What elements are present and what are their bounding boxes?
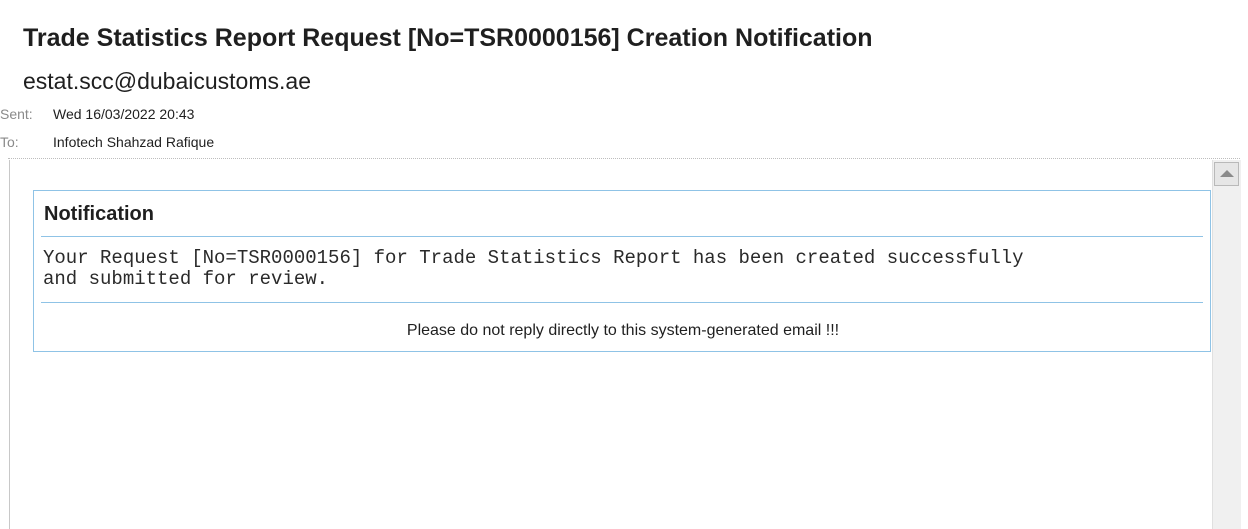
message-divider: [41, 302, 1203, 303]
notification-message: Your Request [No=TSR0000156] for Trade S…: [43, 247, 1024, 290]
vertical-scrollbar[interactable]: [1212, 160, 1241, 529]
notification-box: Notification Your Request [No=TSR0000156…: [33, 190, 1211, 352]
scroll-up-arrow-icon: [1220, 170, 1234, 177]
heading-divider: [41, 236, 1203, 237]
email-sender[interactable]: estat.scc@dubaicustoms.ae: [23, 68, 311, 95]
email-subject: Trade Statistics Report Request [No=TSR0…: [23, 24, 873, 52]
sent-label: Sent:: [0, 106, 33, 122]
sent-value: Wed 16/03/2022 20:43: [53, 106, 195, 122]
to-recipient[interactable]: Infotech Shahzad Rafique: [53, 134, 214, 150]
notification-footer: Please do not reply directly to this sys…: [406, 322, 840, 339]
reading-pane-border: [9, 160, 10, 529]
notification-heading: Notification: [44, 203, 154, 225]
scroll-up-button[interactable]: [1214, 162, 1239, 186]
to-label: To:: [0, 134, 19, 150]
email-header: Trade Statistics Report Request [No=TSR0…: [0, 0, 1248, 160]
header-divider: [8, 158, 1240, 159]
